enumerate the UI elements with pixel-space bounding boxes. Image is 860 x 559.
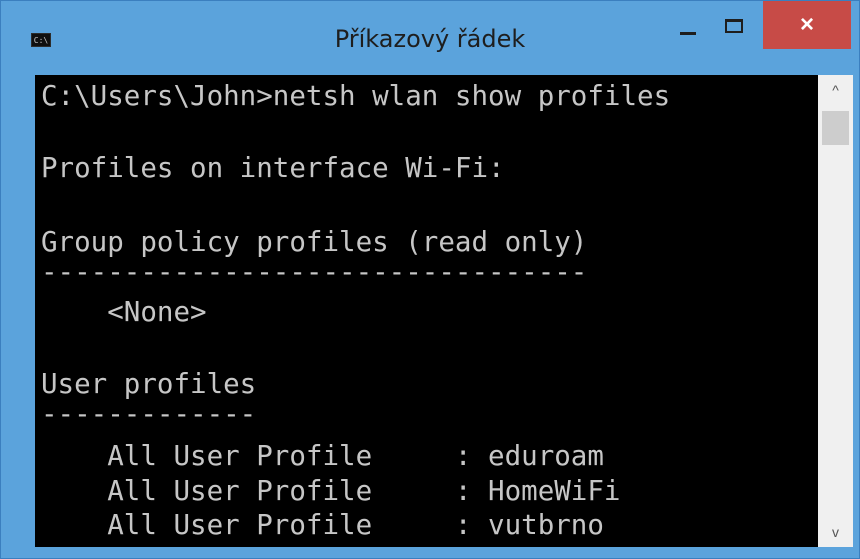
console-line: User profiles xyxy=(41,368,257,400)
console-line: ------------- xyxy=(41,398,257,430)
maximize-button[interactable] xyxy=(711,1,757,51)
close-button[interactable]: × xyxy=(763,1,851,49)
console-line: C:\Users\John>netsh wlan show profiles xyxy=(41,80,671,112)
title-bar[interactable]: C:\ Příkazový řádek × xyxy=(1,1,859,73)
minimize-button[interactable] xyxy=(665,1,711,51)
console-output[interactable]: C:\Users\John>netsh wlan show profiles P… xyxy=(35,75,818,547)
console-line: All User Profile : HomeWiFi xyxy=(41,475,621,507)
console-line: All User Profile : eduroam xyxy=(41,440,604,472)
console-line: Group policy profiles (read only) xyxy=(41,226,588,258)
console-line: Profiles on interface Wi-Fi: xyxy=(41,152,505,184)
scroll-up-arrow-icon[interactable]: ^ xyxy=(818,75,853,105)
console-line: <None> xyxy=(41,296,207,328)
close-icon: × xyxy=(799,11,814,38)
scrollbar-thumb[interactable] xyxy=(822,111,849,145)
command-prompt-window: C:\ Příkazový řádek × C:\Users\John>nets… xyxy=(0,0,860,559)
console-line: All User Profile : vutbrno xyxy=(41,509,604,541)
minimize-icon xyxy=(680,31,696,35)
console-line: --------------------------------- xyxy=(41,256,588,288)
vertical-scrollbar[interactable]: ^ v xyxy=(818,75,853,547)
maximize-icon xyxy=(725,19,743,33)
scroll-down-arrow-icon[interactable]: v xyxy=(818,517,853,547)
